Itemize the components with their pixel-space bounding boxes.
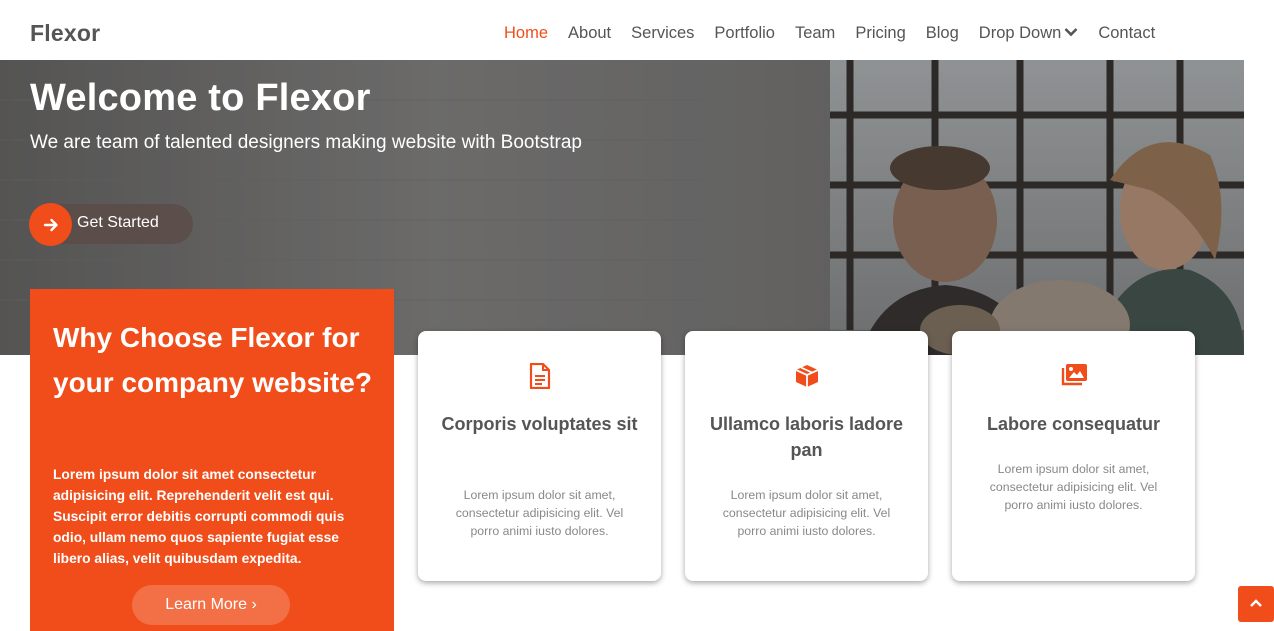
why-choose-box: Why Choose Flexor for your company websi…	[30, 289, 394, 631]
why-title: Why Choose Flexor for your company websi…	[53, 322, 372, 398]
feature-card: Ullamco laboris ladore pan Lorem ipsum d…	[685, 331, 928, 581]
nav-dropdown[interactable]: Drop Down	[979, 22, 1079, 44]
hero-subtitle: We are team of talented designers making…	[30, 132, 582, 153]
why-text: Lorem ipsum dolor sit amet consectetur a…	[53, 467, 345, 566]
back-to-top-button[interactable]	[1238, 586, 1274, 622]
hero-title: Welcome to Flexor	[30, 77, 371, 119]
cube-icon	[685, 363, 928, 389]
chevron-down-icon	[1064, 21, 1078, 43]
get-started-label: Get Started	[77, 214, 159, 231]
nav-pricing[interactable]: Pricing	[855, 22, 905, 44]
card-text: Lorem ipsum dolor sit amet, consectetur …	[989, 462, 1158, 512]
get-started-button[interactable]: Get Started	[29, 203, 193, 246]
card-title: Corporis voluptates sit	[441, 414, 638, 434]
card-title: Labore consequatur	[986, 414, 1161, 434]
site-header: Flexor Home About Services Portfolio Tea…	[0, 0, 1274, 60]
images-icon	[952, 363, 1195, 387]
nav-about[interactable]: About	[568, 22, 611, 44]
learn-more-button[interactable]: Learn More ›	[132, 585, 290, 625]
nav-portfolio[interactable]: Portfolio	[714, 22, 775, 44]
nav-contact[interactable]: Contact	[1098, 22, 1155, 44]
feature-card: Corporis voluptates sit Lorem ipsum dolo…	[418, 331, 661, 581]
nav-services[interactable]: Services	[631, 22, 694, 44]
arrow-right-icon	[29, 203, 72, 246]
nav-blog[interactable]: Blog	[926, 22, 959, 44]
logo[interactable]: Flexor	[30, 20, 100, 47]
nav-dropdown-label: Drop Down	[978, 24, 1062, 42]
nav-home[interactable]: Home	[504, 22, 548, 44]
feature-card: Labore consequatur Lorem ipsum dolor sit…	[952, 331, 1195, 581]
chevron-up-icon	[1250, 595, 1262, 613]
main-nav: Home About Services Portfolio Team Prici…	[494, 22, 1165, 44]
card-title: Ullamco laboris ladore pan	[709, 414, 904, 460]
document-icon	[418, 363, 661, 389]
card-text: Lorem ipsum dolor sit amet, consectetur …	[722, 488, 891, 538]
card-text: Lorem ipsum dolor sit amet, consectetur …	[455, 488, 624, 538]
nav-team[interactable]: Team	[795, 22, 835, 44]
